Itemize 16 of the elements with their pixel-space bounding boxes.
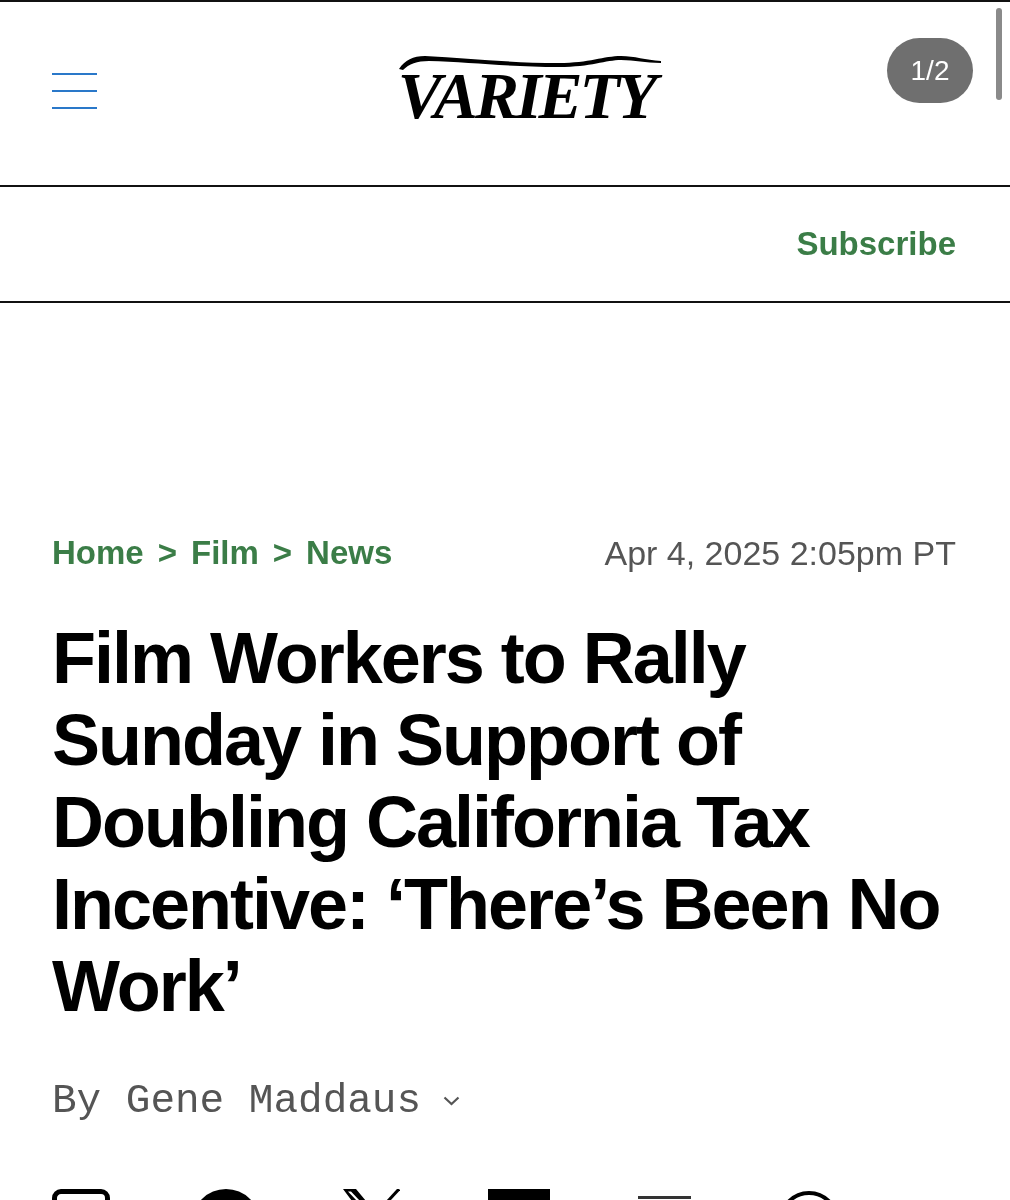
page-counter-badge: 1/2 <box>887 38 973 103</box>
breadcrumb-separator: > <box>272 534 293 572</box>
subscribe-link[interactable]: Subscribe <box>796 225 956 263</box>
menu-icon[interactable] <box>52 73 97 109</box>
breadcrumb-separator: > <box>157 534 177 572</box>
square-outline-icon[interactable] <box>52 1189 110 1200</box>
article-headline: Film Workers to Rally Sunday in Support of Doubling California Tax Incentive: ‘There’s Been No Work’ <box>52 617 941 1027</box>
swoosh-icon <box>399 54 661 70</box>
breadcrumb-link[interactable]: Film <box>190 534 259 572</box>
breadcrumb-link[interactable]: News <box>306 534 393 572</box>
x-mark-icon[interactable] <box>342 1189 400 1200</box>
breadcrumb-link[interactable]: Home <box>52 534 144 572</box>
byline-prefix: By <box>52 1078 102 1124</box>
site-logo[interactable]: VARIETY <box>393 58 663 134</box>
author-dropdown[interactable]: Gene Maddaus <box>125 1078 461 1124</box>
publish-date: Apr 4, 2025 2:05pm PT <box>604 533 956 573</box>
